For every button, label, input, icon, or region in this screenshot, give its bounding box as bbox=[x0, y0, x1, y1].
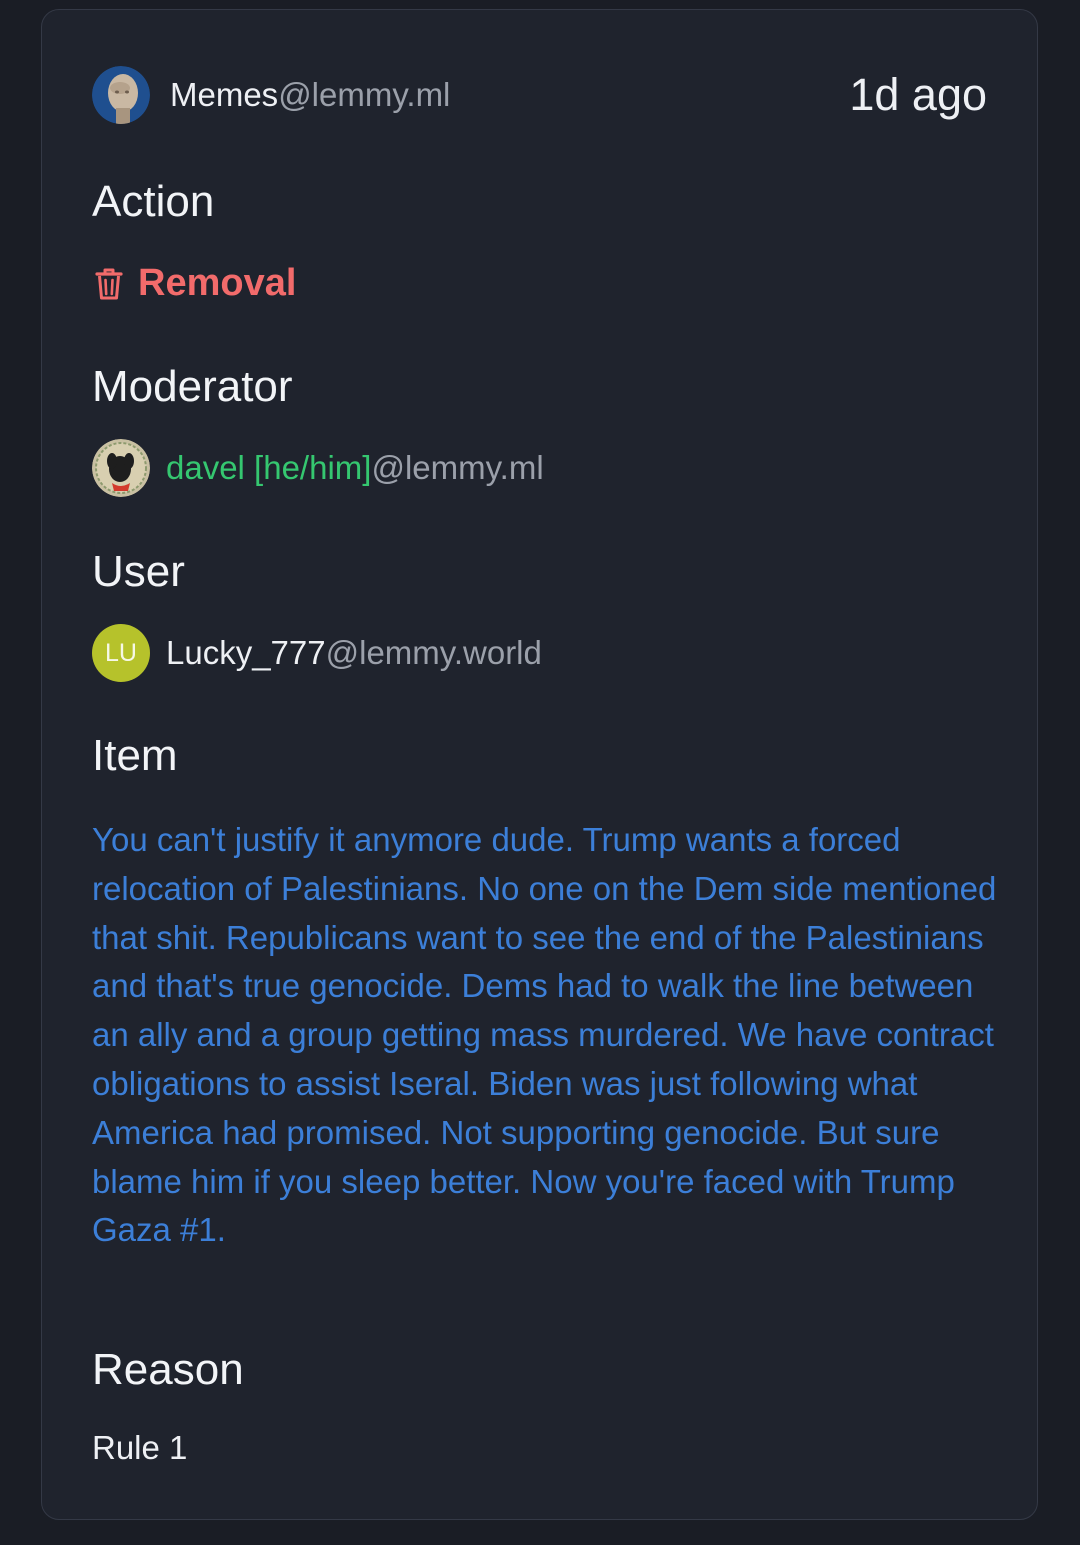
user-avatar: LU bbox=[92, 624, 150, 682]
community-domain: @lemmy.ml bbox=[278, 76, 451, 113]
reason-text: Rule 1 bbox=[92, 1429, 188, 1466]
moderator-link[interactable]: davel [he/him] @lemmy.ml bbox=[92, 439, 544, 497]
entry-timestamp: 1d ago bbox=[849, 69, 987, 120]
user-domain: @lemmy.world bbox=[325, 634, 542, 671]
user-name: Lucky_777 bbox=[166, 634, 326, 671]
moderator-heading: Moderator bbox=[92, 362, 293, 411]
trash-icon bbox=[95, 268, 123, 299]
reason-heading: Reason bbox=[92, 1345, 244, 1394]
action-value: Removal bbox=[94, 262, 296, 305]
community-name: Memes bbox=[170, 76, 279, 113]
meme-man-avatar-icon bbox=[92, 66, 150, 124]
item-heading: Item bbox=[92, 731, 178, 780]
user-heading: User bbox=[92, 547, 185, 596]
action-heading: Action bbox=[92, 177, 215, 226]
dog-avatar-icon bbox=[92, 439, 150, 497]
moderator-domain: @lemmy.ml bbox=[371, 449, 544, 486]
user-link[interactable]: LU Lucky_777 @lemmy.world bbox=[92, 624, 542, 682]
moderator-avatar bbox=[92, 439, 150, 497]
removed-item-link[interactable]: You can't justify it anymore dude. Trump… bbox=[92, 816, 997, 1255]
moderator-name: davel [he/him] bbox=[166, 449, 372, 486]
community-link[interactable]: Memes @lemmy.ml bbox=[92, 66, 450, 124]
action-label: Removal bbox=[138, 262, 297, 304]
community-avatar bbox=[92, 66, 150, 124]
modlog-entry-card: Memes @lemmy.ml 1d ago Action Removal Mod… bbox=[41, 9, 1038, 1520]
